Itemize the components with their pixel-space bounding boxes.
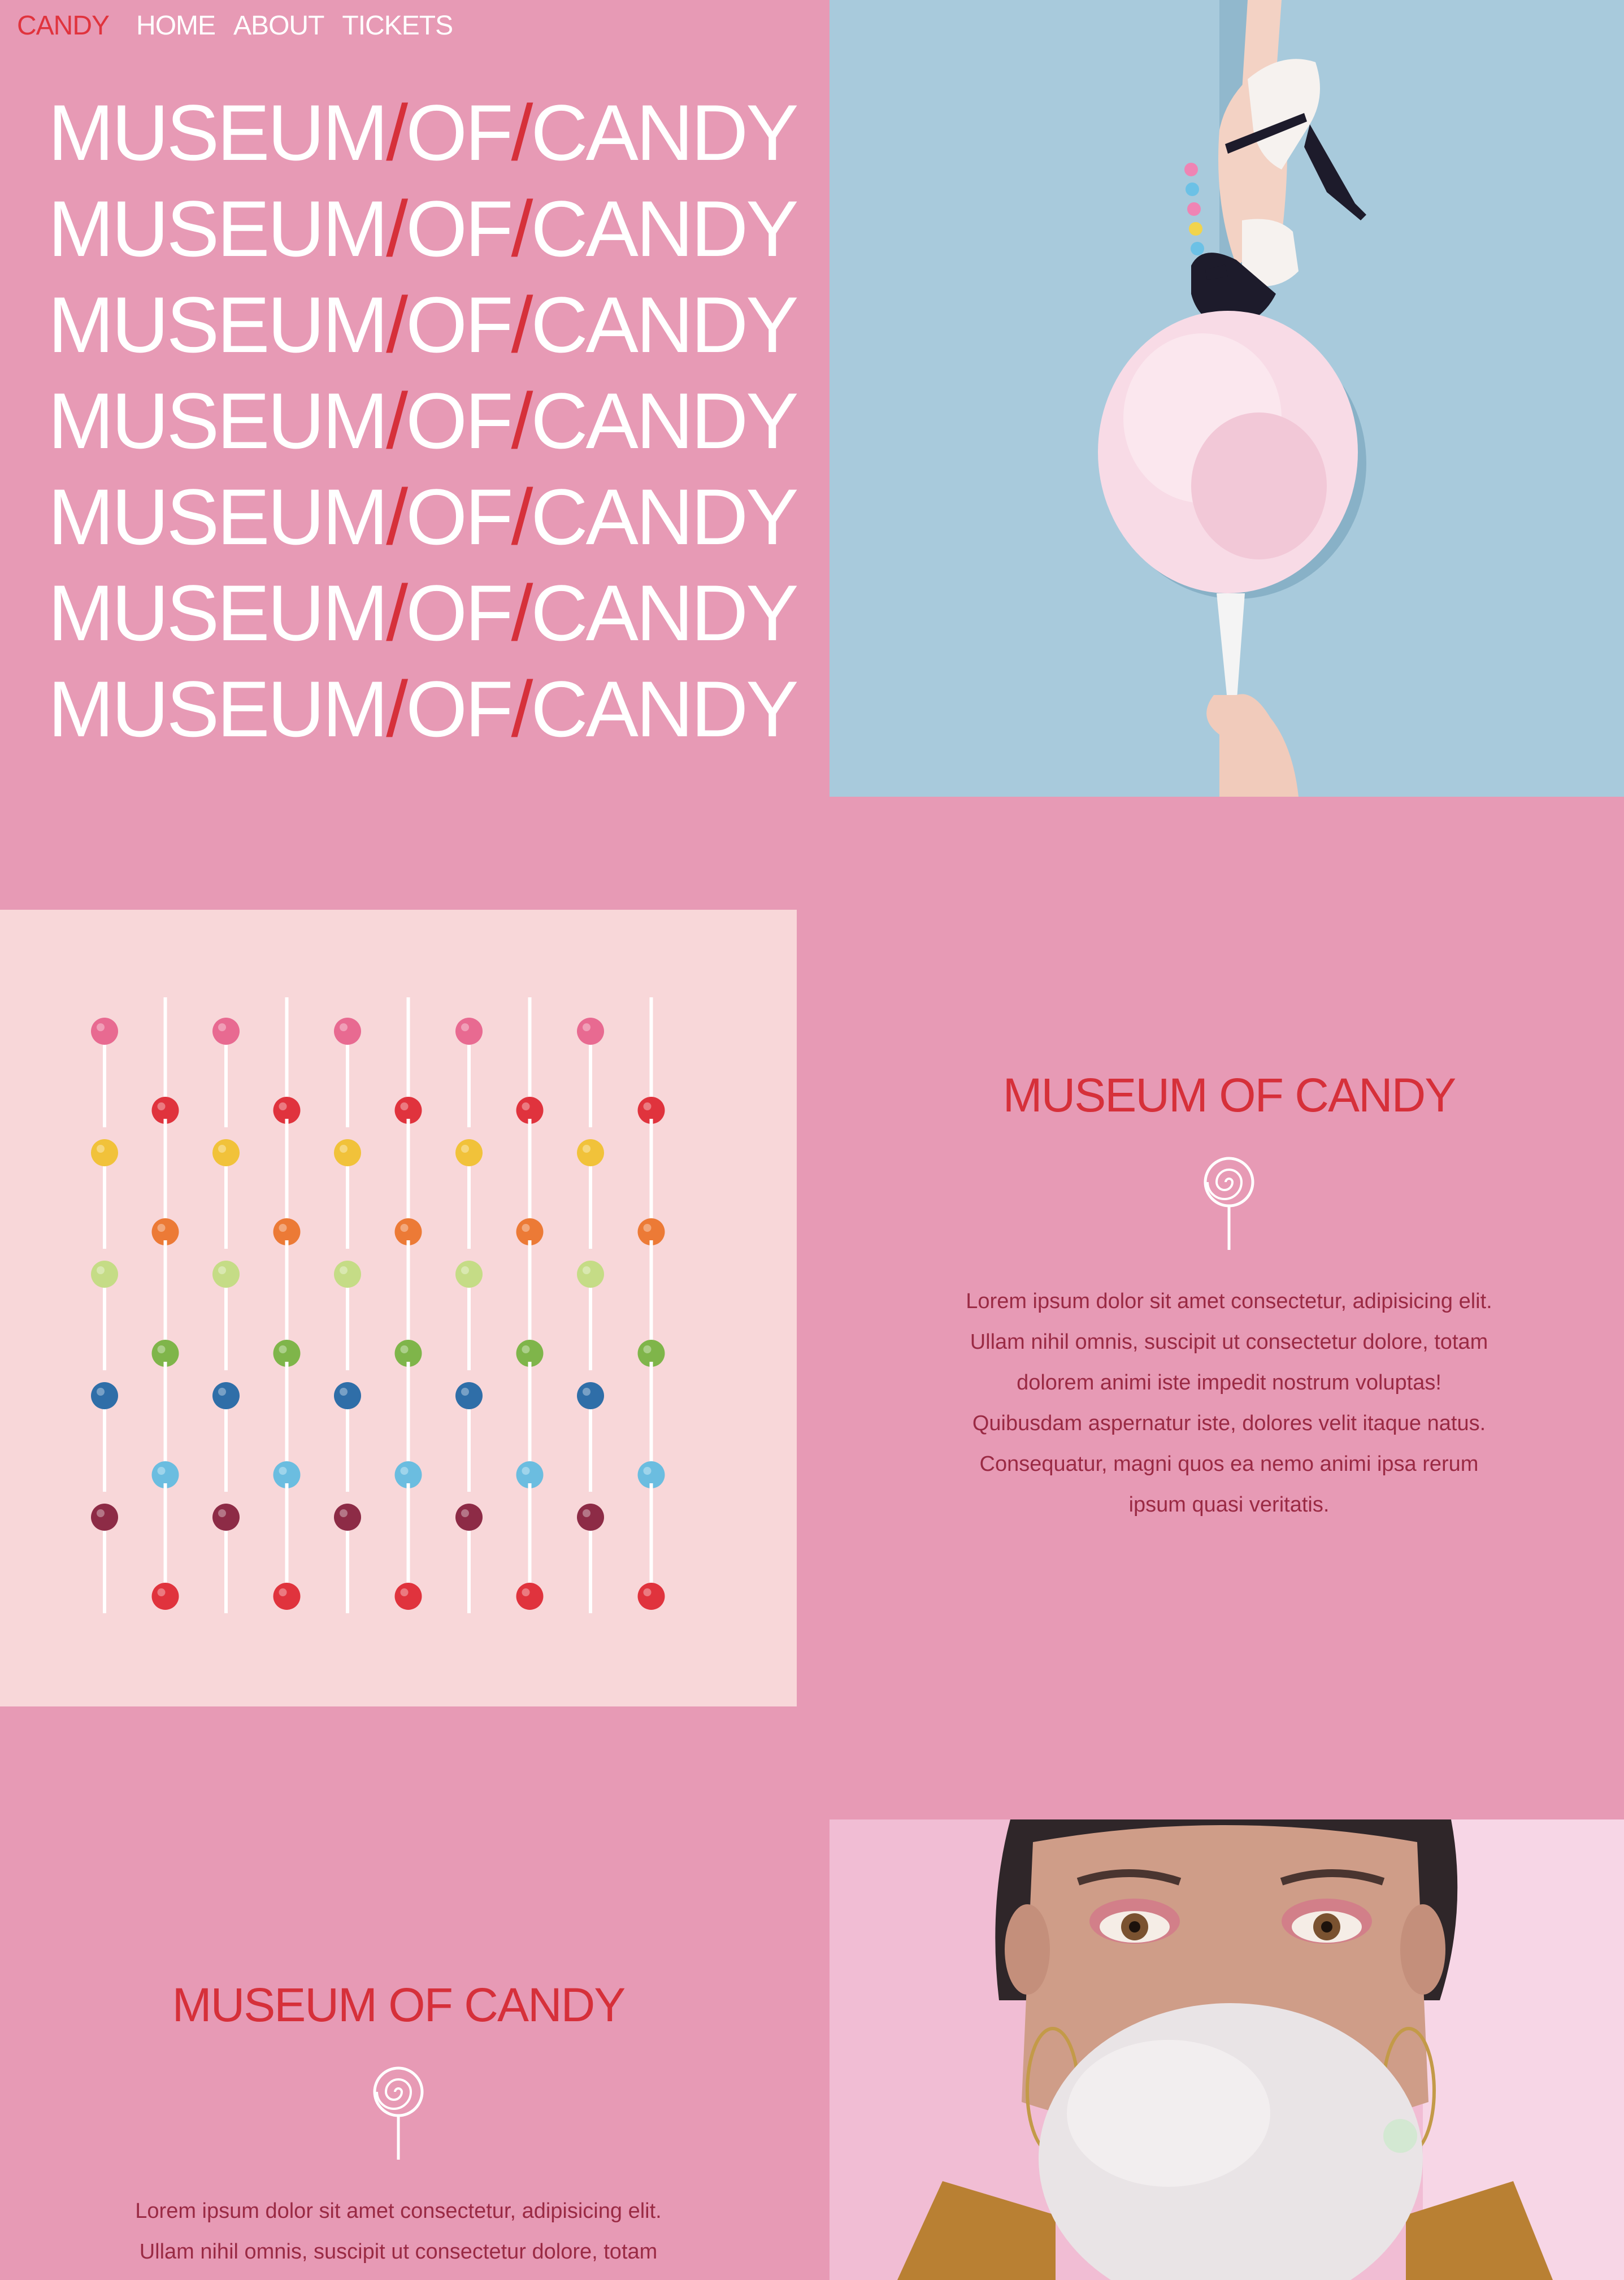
hero-slash: / [511,568,533,657]
hero-word-candy: CANDY [531,472,798,561]
hero-word-of: OF [406,88,513,177]
hero-slash: / [511,665,533,753]
hero-title-line: MUSEUM/OF/CANDY [48,186,800,283]
hero-word-museum: MUSEUM [48,568,388,657]
hero-word-candy: CANDY [531,280,798,369]
intro-section: MUSEUM OF CANDY Lorem ipsum dolor sit am… [130,1978,667,2272]
cotton-candy-illustration [1098,0,1366,797]
hero-slash: / [386,568,408,657]
hero-slash: / [386,376,408,465]
hero-title-line: MUSEUM/OF/CANDY [48,475,800,571]
hero-word-museum: MUSEUM [48,472,388,561]
section-body-text: Lorem ipsum dolor sit amet consectetur, … [135,2199,662,2264]
hero-slash: / [511,280,533,369]
hero-title-stack: MUSEUM/OF/CANDY MUSEUM/OF/CANDY MUSEUM/O… [48,90,800,763]
hero-word-candy: CANDY [531,665,798,753]
section-heading: MUSEUM OF CANDY [172,1978,626,2031]
hero-slash: / [386,665,408,753]
hero-word-of: OF [406,472,513,561]
hero-slash: / [386,184,408,273]
hero-word-of: OF [406,568,513,657]
hero-word-candy: CANDY [531,376,798,465]
cotton-candy-heel-photo [830,0,1624,797]
section-body-text: Lorem ipsum dolor sit amet consectetur, … [966,1289,1492,1517]
bubble-gum-portrait-photo [830,1819,1624,2280]
top-nav: CANDY HOME ABOUT TICKETS [17,10,471,41]
section-heading: MUSEUM OF CANDY [1002,1069,1457,1122]
nav-link-about[interactable]: ABOUT [233,10,324,41]
hero-title-line: MUSEUM/OF/CANDY [48,90,800,186]
hero-word-of: OF [406,665,513,753]
hero-title-line: MUSEUM/OF/CANDY [48,379,800,475]
nav-link-home[interactable]: HOME [136,10,216,41]
hero-word-candy: CANDY [531,184,798,273]
hero-word-museum: MUSEUM [48,88,388,177]
hero-slash: / [511,184,533,273]
hero-word-candy: CANDY [531,568,798,657]
hero-slash: / [386,472,408,561]
hero-word-candy: CANDY [531,88,798,177]
hero-title-line: MUSEUM/OF/CANDY [48,667,800,763]
hero-title-line: MUSEUM/OF/CANDY [48,283,800,379]
nav-link-tickets[interactable]: TICKETS [342,10,453,41]
hero-word-of: OF [406,280,513,369]
lollipop-icon [373,2066,424,2160]
bubble-gum-portrait-illustration [830,1819,1624,2280]
hero-slash: / [386,88,408,177]
hero-word-of: OF [406,376,513,465]
hero-word-museum: MUSEUM [48,280,388,369]
lollipop-grid-illustration [91,997,665,1613]
hero-slash: / [511,472,533,561]
hero-word-museum: MUSEUM [48,184,388,273]
hero-slash: / [386,280,408,369]
hero-word-of: OF [406,184,513,273]
lollipop-icon [1204,1157,1254,1250]
hero-word-museum: MUSEUM [48,376,388,465]
hero-title-line: MUSEUM/OF/CANDY [48,571,800,667]
about-section: MUSEUM OF CANDY Lorem ipsum dolor sit am… [961,1068,1497,1525]
hero-slash: / [511,376,533,465]
nav-brand-link[interactable]: CANDY [17,10,110,41]
lollipop-grid-photo [0,910,797,1706]
hero-word-museum: MUSEUM [48,665,388,753]
hero-slash: / [511,88,533,177]
